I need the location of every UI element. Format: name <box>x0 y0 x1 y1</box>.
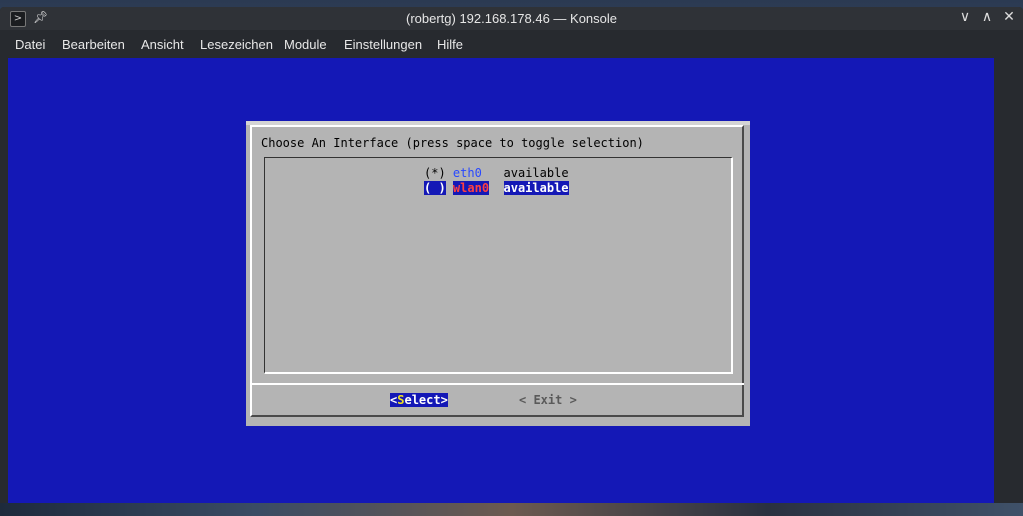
window-title: (robertg) 192.168.178.46 — Konsole <box>405 11 618 26</box>
desktop-background-bottom <box>0 503 1023 516</box>
menu-lesezeichen[interactable]: Lesezeichen <box>200 37 273 52</box>
interface-name: wlan0 <box>452 181 490 195</box>
select-button[interactable]: <Select> <box>390 393 448 407</box>
close-button[interactable]: ✕ <box>1001 9 1017 25</box>
menu-bar: Datei Bearbeiten Ansicht Lesezeichen Mod… <box>0 32 1023 58</box>
interface-dialog: Choose An Interface (press space to togg… <box>246 121 750 426</box>
menu-datei[interactable]: Datei <box>15 37 45 52</box>
radio-marker[interactable]: (*) <box>424 166 446 180</box>
interface-name: eth0 <box>452 166 482 180</box>
menu-bearbeiten[interactable]: Bearbeiten <box>62 37 125 52</box>
interface-status: available <box>503 181 569 195</box>
terminal-area[interactable]: Choose An Interface (press space to togg… <box>8 58 994 503</box>
title-bar: > 📌︎ (robertg) 192.168.178.46 — Konsole … <box>0 7 1023 30</box>
menu-einstellungen[interactable]: Einstellungen <box>344 37 422 52</box>
list-item-wlan0[interactable]: ( ) wlan0 available <box>424 181 569 196</box>
button-separator <box>252 383 744 385</box>
minimize-button[interactable]: ∨ <box>957 9 973 25</box>
list-item-eth0[interactable]: (*) eth0 available <box>424 166 569 181</box>
menu-module[interactable]: Module <box>284 37 327 52</box>
dialog-title: Choose An Interface (press space to togg… <box>261 136 644 150</box>
radio-marker[interactable]: ( ) <box>424 181 446 195</box>
exit-button[interactable]: < Exit > <box>519 393 577 407</box>
konsole-window: > 📌︎ (robertg) 192.168.178.46 — Konsole … <box>0 7 1023 503</box>
menu-hilfe[interactable]: Hilfe <box>437 37 463 52</box>
interface-status: available <box>503 166 569 180</box>
maximize-button[interactable]: ∧ <box>979 9 995 25</box>
menu-ansicht[interactable]: Ansicht <box>141 37 184 52</box>
